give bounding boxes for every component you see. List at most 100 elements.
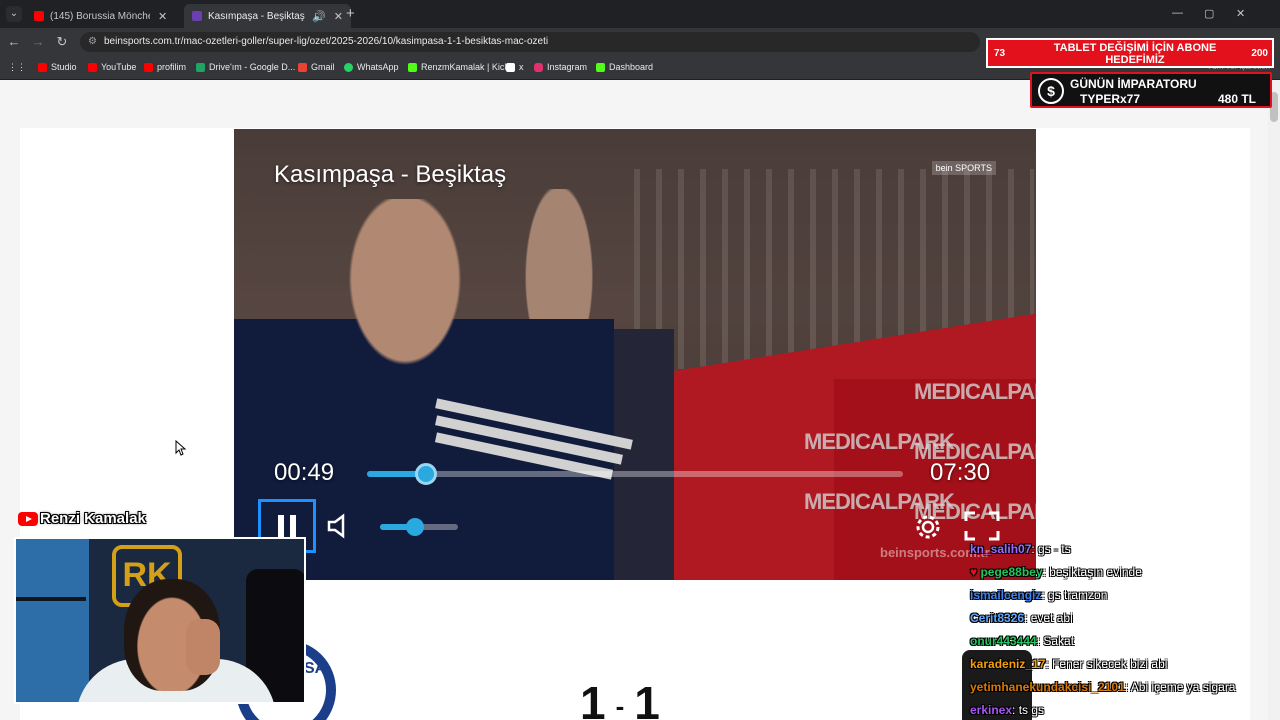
address-bar[interactable]: ⚙ beinsports.com.tr/mac-ozetleri-goller/… [80,32,980,52]
maximize-button[interactable]: ▢ [1204,7,1214,20]
chat-message: Cerit8326: evet abi [970,611,1073,625]
close-icon[interactable]: ✕ [334,10,343,23]
bookmark-x[interactable]: x [506,62,524,72]
top-donor-banner: $ GÜNÜN İMPARATORU TYPERx77 480 TL [1030,72,1272,108]
drive-icon [196,62,205,72]
close-window-button[interactable]: ✕ [1236,7,1245,20]
volume-handle[interactable] [406,518,425,536]
audio-icon[interactable]: 🔊 [312,10,326,23]
pause-icon [290,515,296,537]
bookmark-label: Studio [51,62,77,72]
score-separator: - [615,691,627,720]
chat-message: yetimhanekundakcisi_2101: Abi içeme ya s… [970,680,1235,694]
bookmark-label: profilim [157,62,187,72]
current-time: 00:49 [274,459,335,486]
donor-amount: 480 TL [1217,92,1256,106]
kick-icon [596,62,605,72]
bookmark-label: Dashboard [609,62,654,72]
chat-user: ismailcengiz [970,588,1042,602]
bookmark-label: Drive'ım - Google D... [209,62,296,72]
goal-target: 200 [1251,48,1268,59]
pause-icon [278,515,284,537]
bookmark-youtube[interactable]: YouTube [88,62,136,72]
chat-overlay: kn_salih07: gs - ts ♥ pege88bey: beşikta… [962,516,1262,720]
chat-user: Cerit8326 [970,611,1025,625]
seek-bar[interactable] [367,463,903,485]
bookmark-whatsapp[interactable]: WhatsApp [344,62,399,72]
bookmark-label: Instagram [547,62,588,72]
apps-icon[interactable]: ⋮⋮ [8,62,26,73]
bookmark-label: Gmail [311,62,335,72]
bookmark-profilim[interactable]: profilim [144,62,186,72]
tab-title: Kasımpaşa - Beşiktaş Maç Ö [208,10,308,22]
goal-current: 73 [994,48,1006,59]
x-icon [506,62,515,72]
tab-borussia[interactable]: (145) Borussia Mönchengladbach ✕ [26,4,175,28]
settings-gear-icon[interactable] [914,513,942,546]
tab-kasimpasa[interactable]: Kasımpaşa - Beşiktaş Maç Ö 🔊 ✕ [184,4,351,28]
chat-message: erkinex: ts gs [970,703,1044,717]
bein-icon [192,11,202,21]
chat-message: onur443444: Sakat [970,634,1074,648]
bookmark-gmail[interactable]: Gmail [298,62,335,72]
youtube-icon [34,11,44,21]
forward-icon[interactable]: → [30,34,46,49]
subscriber-goal-bar: 73 TABLET DEĞİŞİMİ İÇİN ABONE HEDEFİMİZ … [986,38,1274,68]
chat-message: ♥ pege88bey: beşiktaşın evinde [970,565,1142,579]
bookmark-dashboard[interactable]: Dashboard [596,62,653,72]
chat-text: : evet abi [1024,611,1073,625]
chat-message: ismailcengiz: gs tramzon [970,588,1107,602]
kick-icon [408,62,417,72]
chat-user: erkinex [970,703,1013,717]
tab-search-button[interactable]: ⌄ [6,6,22,22]
volume-icon[interactable] [326,513,354,544]
donor-label: GÜNÜN İMPARATORU [1070,77,1197,91]
reload-icon[interactable]: ↻ [54,34,70,50]
coin-icon: $ [1038,78,1064,104]
chat-user: kn_salih07 [970,542,1032,556]
gmail-icon [298,62,307,72]
chat-user: yetimhanekundakcisi_2101 [970,680,1125,694]
volume-slider[interactable] [380,518,458,536]
chat-user: onur443444 [970,634,1037,648]
bookmark-kick[interactable]: RenzmKamalak | Kick [408,62,509,72]
url-text: beinsports.com.tr/mac-ozetleri-goller/su… [104,36,549,47]
chat-text: : Abi içeme ya sigara [1124,680,1236,694]
video-player[interactable]: MEDICALPARK MEDICALPARK MEDICALPARK MEDI… [234,129,1036,580]
youtube-icon [38,62,47,72]
bookmark-drive[interactable]: Drive'ım - Google D... [196,62,295,72]
home-score: 1 [580,677,608,720]
youtube-icon [144,62,153,72]
chat-text: : beşiktaşın evinde [1042,565,1142,579]
page-scrollbar[interactable] [1268,80,1280,720]
chat-user: karadeniz_17 [970,657,1046,671]
chat-text: : Fener sikecek bizi abi [1045,657,1168,671]
seek-handle[interactable] [414,463,437,485]
close-icon[interactable]: ✕ [158,10,167,23]
match-score: 1-1 [580,676,662,720]
heart-icon: ♥ [970,565,981,579]
webcam-shelf [16,597,86,601]
away-score: 1 [634,677,662,720]
video-title: Kasımpaşa - Beşiktaş [274,161,507,188]
bookmark-studio[interactable]: Studio [38,62,77,72]
youtube-icon [18,511,38,526]
new-tab-button[interactable]: + [346,5,355,22]
mouse-cursor-icon [175,440,187,456]
site-info-icon[interactable]: ⚙ [88,32,97,52]
bookmark-instagram[interactable]: Instagram [534,62,587,72]
streamer-name-text: Renzi Kamalak [40,510,146,527]
bookmark-label: RenzmKamalak | Kick [421,62,509,72]
chat-user: pege88bey [980,565,1043,579]
duration: 07:30 [930,459,991,486]
tab-title: (145) Borussia Mönchengladbach [50,10,150,22]
chat-message: kn_salih07: gs - ts [970,542,1071,556]
tab-strip: ⌄ (145) Borussia Mönchengladbach ✕ Kasım… [0,0,1280,28]
instagram-icon [534,62,543,72]
minimize-button[interactable]: — [1172,7,1183,19]
streamer-name: Renzi Kamalak [18,510,146,527]
chat-message: karadeniz_17: Fener sikecek bizi abi [970,657,1167,671]
goal-text: TABLET DEĞİŞİMİ İÇİN ABONE HEDEFİMİZ [1053,42,1217,66]
back-icon[interactable]: ← [6,34,22,49]
whatsapp-icon [344,62,353,72]
